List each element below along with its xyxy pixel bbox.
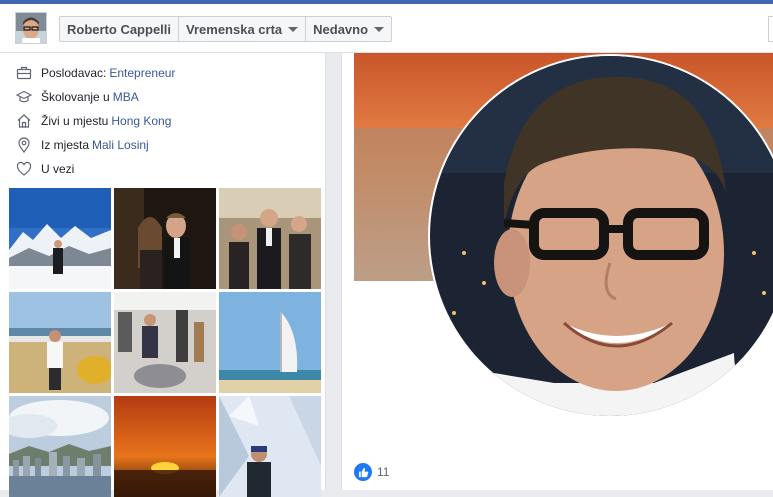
education-link[interactable]: MBA [113,90,139,104]
couple-evening-photo[interactable] [114,188,216,289]
avatar[interactable] [15,12,47,44]
breadcrumb-profile-name[interactable]: Roberto Cappelli [60,17,180,41]
showroom-photo[interactable] [114,292,216,393]
intro-prefix: Živi u mjestu [41,114,109,128]
intro-prefix: U vezi [41,162,75,176]
profile-picture-post-photo[interactable] [354,53,773,455]
breadcrumb: Roberto Cappelli Vremenska crta Nedavno [59,16,393,42]
post-card: 11 [341,53,773,490]
mountain-snow-photo[interactable] [9,188,111,289]
intro-item-from: Iz mjesta Mali Losinj [16,133,325,157]
hometown-link[interactable]: Mali Losinj [92,138,149,152]
intro-prefix: Školovanje u [41,90,110,104]
breadcrumb-label: Roberto Cappelli [67,21,172,37]
intro-item-relationship: U vezi [16,157,325,181]
breadcrumb-label: Vremenska crta [186,21,283,37]
hong-kong-skyline-photo[interactable] [9,396,111,497]
sunset-photo[interactable] [114,396,216,497]
briefcase-icon [16,65,32,81]
location-pin-icon [16,137,32,153]
breadcrumb-timeline-dropdown[interactable]: Vremenska crta [179,17,307,41]
intro-prefix: Poslodavac: [41,66,107,80]
heart-icon [16,161,32,177]
reaction-summary[interactable]: 11 [354,463,389,481]
breadcrumb-recent-dropdown[interactable]: Nedavno [306,17,391,41]
profile-header-bar: Roberto Cappelli Vremenska crta Nedavno [0,4,773,53]
employer-link[interactable]: Entepreneur [109,66,175,80]
intro-prefix: Iz mjesta [41,138,90,152]
intro-card: Poslodavac: Entepreneur Školovanje u MBA… [0,53,326,497]
graduation-cap-icon [16,89,32,105]
like-icon [354,463,372,481]
group-party-photo[interactable] [219,188,321,289]
chevron-down-icon [288,26,299,32]
snowy-trees-photo[interactable] [219,396,321,497]
intro-item-education: Školovanje u MBA [16,85,325,109]
intro-item-lives-in: Živi u mjestu Hong Kong [16,109,325,133]
photo-grid [9,188,321,497]
intro-item-employer: Poslodavac: Entepreneur [16,61,325,85]
breadcrumb-label: Nedavno [313,21,369,37]
chevron-down-icon [374,26,385,32]
seaplane-photo[interactable] [9,292,111,393]
home-icon [16,113,32,129]
intro-list: Poslodavac: Entepreneur Školovanje u MBA… [0,53,325,181]
like-count: 11 [377,465,390,479]
current-city-link[interactable]: Hong Kong [111,114,171,128]
header-right-control[interactable] [768,16,773,42]
burj-al-arab-photo[interactable] [219,292,321,393]
